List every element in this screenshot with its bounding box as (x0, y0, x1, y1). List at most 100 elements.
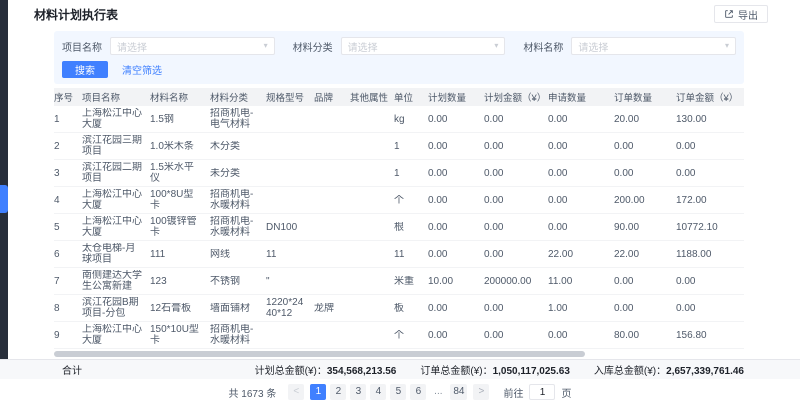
column-header: 项目名称 (82, 90, 150, 104)
filter-field-0: 项目名称请选择▾ (62, 37, 275, 55)
filter-select[interactable]: 请选择 ▾ (571, 37, 736, 55)
table-cell: 4 (54, 195, 82, 206)
select-placeholder: 请选择 (348, 39, 378, 54)
table-cell: 上海松江中心大厦 (82, 108, 150, 130)
table-cell: 130.00 (676, 114, 742, 125)
table-cell: 1.0米木条 (150, 141, 210, 152)
horizontal-scrollbar-thumb[interactable] (54, 351, 585, 357)
table-cell: 20.00 (614, 114, 676, 125)
clear-filter-button[interactable]: 清空筛选 (122, 62, 162, 77)
table-cell: 6 (54, 249, 82, 260)
page-button-1[interactable]: 1 (310, 384, 326, 400)
table-cell: 0.00 (484, 222, 548, 233)
table-cell: 网线 (210, 249, 266, 260)
page-button-84[interactable]: 84 (450, 384, 467, 400)
page-buttons: 123456...84 (310, 384, 467, 400)
table-cell: 150*10U型卡 (150, 324, 210, 346)
page-button-3[interactable]: 3 (350, 384, 366, 400)
select-placeholder: 请选择 (578, 39, 608, 54)
filter-select[interactable]: 请选择▾ (110, 37, 275, 55)
table-cell: 个 (394, 195, 428, 206)
table-cell: " (266, 276, 314, 287)
sidebar-expand-handle[interactable] (0, 185, 8, 213)
table-cell: 1 (394, 168, 428, 179)
table-cell: 滨江花园B期项目-分包 (82, 297, 150, 319)
table-cell: 0.00 (676, 141, 742, 152)
filter-label: 材料名称 (523, 39, 563, 54)
page-button-5[interactable]: 5 (390, 384, 406, 400)
table-row: 7南侧建达大学生公寓新建123不锈钢"米重10.00200000.0011.00… (54, 268, 744, 295)
table-cell: 200000.00 (484, 276, 548, 287)
table-cell: 1 (54, 114, 82, 125)
table-cell: 1220*2440*12 (266, 297, 314, 319)
table-cell: 龙牌 (314, 303, 350, 314)
column-header: 序号 (54, 90, 82, 104)
table-cell: 12石膏板 (150, 303, 210, 314)
table-cell: 11 (394, 249, 428, 260)
table-header-row: 序号项目名称材料名称材料分类规格型号品牌其他属性单位计划数量计划金额（¥）申请数… (54, 88, 744, 106)
page-ellipsis-icon: ... (430, 384, 446, 400)
table-cell: kg (394, 114, 428, 125)
horizontal-scrollbar[interactable] (54, 349, 744, 359)
table-row: 5上海松江中心大厦100镀锌管卡招商机电-水暖材料DN100根0.000.000… (54, 214, 744, 241)
column-header: 材料名称 (150, 90, 210, 104)
column-header: 订单金额（¥） (676, 90, 742, 104)
column-header: 规格型号 (266, 90, 314, 104)
summary-items: 计划总金额(¥)：354,568,213.56订单总金额(¥)：1,050,11… (255, 362, 744, 377)
left-sidebar-collapsed[interactable] (0, 0, 8, 359)
filter-panel: 项目名称请选择▾材料分类请选择▾材料名称请选择▾ 搜索 清空筛选 (54, 31, 744, 84)
app-window: 材料计划执行表 导出 项目名称请选择▾材料分类请选择▾材料名称请选择▾ 搜索 清… (0, 0, 800, 409)
prev-page-button[interactable]: < (288, 384, 304, 400)
next-page-button[interactable]: > (473, 384, 489, 400)
chevron-down-icon: ▾ (494, 42, 498, 50)
table-row: 3滨江花园二期项目1.5米水平仪未分类10.000.000.000.000.00 (54, 160, 744, 187)
table-cell: 100*8U型卡 (150, 189, 210, 211)
table-row: 2滨江花园三期项目1.0米木条木分类10.000.000.000.000.00 (54, 133, 744, 160)
export-button[interactable]: 导出 (714, 5, 768, 23)
table-cell: 南侧建达大学生公寓新建 (82, 270, 150, 292)
column-header: 单位 (394, 90, 428, 104)
page-button-4[interactable]: 4 (370, 384, 386, 400)
table-cell: 0.00 (548, 114, 614, 125)
table-cell: 7 (54, 276, 82, 287)
table-cell: 11.00 (548, 276, 614, 287)
page-header: 材料计划执行表 导出 (34, 0, 756, 28)
chevron-down-icon: ▾ (725, 42, 729, 50)
table-cell: 10772.10 (676, 222, 742, 233)
table-cell: DN100 (266, 222, 314, 233)
table-cell: 80.00 (614, 330, 676, 341)
table-cell: 0.00 (484, 330, 548, 341)
table-row: 8滨江花园B期项目-分包12石膏板墙面铺材1220*2440*12龙牌板0.00… (54, 295, 744, 322)
summary-item-value: 2,657,339,761.46 (666, 366, 744, 377)
table-cell: 0.00 (548, 168, 614, 179)
page-title: 材料计划执行表 (34, 6, 118, 23)
page-button-2[interactable]: 2 (330, 384, 346, 400)
table-cell: 木分类 (210, 141, 266, 152)
filter-label: 项目名称 (62, 39, 102, 54)
chevron-down-icon: ▾ (264, 42, 268, 50)
table-cell: 0.00 (428, 114, 484, 125)
table-cell: 0.00 (428, 141, 484, 152)
table-cell: 90.00 (614, 222, 676, 233)
goto-page-input[interactable] (529, 384, 555, 400)
table-cell: 太仓电梯-月球项目 (82, 243, 150, 265)
column-header: 计划数量 (428, 90, 484, 104)
table-cell: 0.00 (614, 303, 676, 314)
table-cell: 0.00 (484, 249, 548, 260)
table-row: 6太仓电梯-月球项目111网线11110.000.0022.0022.00118… (54, 241, 744, 268)
search-button[interactable]: 搜索 (62, 61, 108, 78)
page-button-6[interactable]: 6 (410, 384, 426, 400)
table-cell: 0.00 (614, 141, 676, 152)
table-cell: 上海松江中心大厦 (82, 216, 150, 238)
goto-page-suffix: 页 (561, 385, 571, 400)
summary-item-value: 1,050,117,025.63 (493, 366, 570, 377)
table-cell: 根 (394, 222, 428, 233)
export-icon (724, 9, 734, 19)
summary-item-value: 354,568,213.56 (327, 366, 397, 377)
filter-select[interactable]: 请选择 ▾ (341, 37, 506, 55)
filter-actions: 搜索 清空筛选 (62, 61, 736, 78)
table-cell: 招商机电-电气材料 (210, 108, 266, 130)
table-body: 1上海松江中心大厦1.5钢招商机电-电气材料kg0.000.000.0020.0… (54, 106, 744, 349)
summary-item-label: 入库总金额(¥)： (594, 366, 666, 377)
table-cell: 0.00 (548, 222, 614, 233)
